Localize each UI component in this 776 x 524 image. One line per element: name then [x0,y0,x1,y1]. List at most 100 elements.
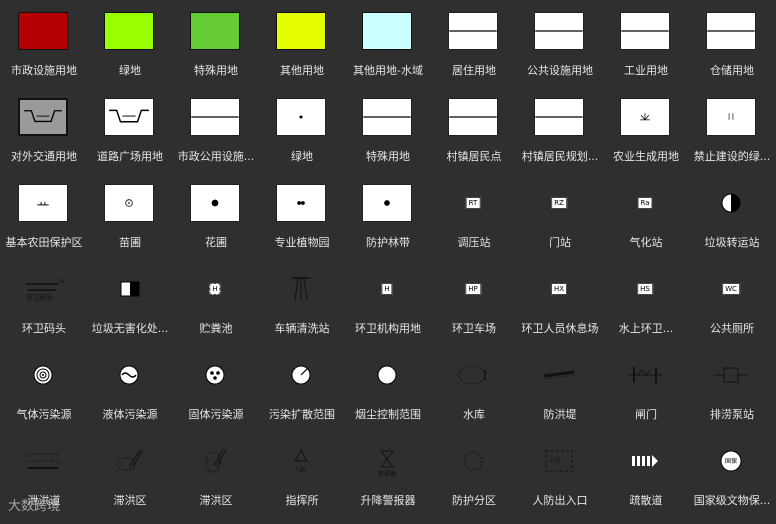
code-tag-icon: H [362,270,412,308]
legend-item-gate-station[interactable]: RZ 门站 [517,180,603,266]
code-tag-icon: RZ [534,184,584,222]
code-tag: RT [465,197,481,209]
legend-item-regulator-station[interactable]: RT 调压站 [431,180,517,266]
legend-item-nursery[interactable]: 苗圃 [87,180,173,266]
code-tag-icon: Ra [620,184,670,222]
legend-item-detention-area-2[interactable]: 滞洪区 [173,438,259,524]
crop-icon [620,98,670,136]
legend-item-industrial-land[interactable]: 工业用地 [603,8,689,94]
legend-item-national-relic[interactable]: 国保 国家级文物保... [689,438,775,524]
legend-item-label: 人防出入口 [532,494,588,507]
legend-item-siren[interactable]: 警报器 升降警报器 [345,438,431,524]
dike-icon [534,356,584,394]
legend-item-pollution-spread[interactable]: 污染扩散范围 [259,352,345,438]
legend-item-label: 门站 [549,236,571,249]
dock-code: H [60,279,65,286]
legend-item-village-settlement[interactable]: 村镇居民点 [431,94,517,180]
legend-item-flower-nursery[interactable]: 花圃 [173,180,259,266]
legend-item-public-facility-land[interactable]: 公共设施用地 [517,8,603,94]
legend-item-public-toilet[interactable]: WC 公共厕所 [689,266,775,352]
legend-item-gasification-station[interactable]: Ra 气化站 [603,180,689,266]
split-box-icon [448,12,498,50]
legend-item-liquid-pollution[interactable]: 液体污染源 [87,352,173,438]
legend-item-sanitation-yard[interactable]: HP 环卫车场 [431,266,517,352]
legend-item-manure-pit[interactable]: H 贮粪池 [173,266,259,352]
legend-item-external-traffic-land[interactable]: 对外交通用地 [1,94,87,180]
legend-item-dust-control[interactable]: 烟尘控制范围 [345,352,431,438]
legend-item-label: 国家级文物保... [693,494,771,507]
legend-item-municipal-utility[interactable]: 市政公用设施... [173,94,259,180]
legend-item-detention-area-1[interactable]: 滞洪区 [87,438,173,524]
legend-item-label: 指挥所 [285,494,319,507]
split-box-icon [190,98,240,136]
relic-badge-icon: 国保 [706,442,756,480]
code-tag: HX [550,283,568,295]
legend-item-solid-pollution[interactable]: 固体污染源 [173,352,259,438]
split-box-icon [706,12,756,50]
legend-item-label: 滞洪区 [113,494,147,507]
code-tag: HP [465,283,481,295]
color-swatch [104,12,154,50]
legend-item-village-plan[interactable]: 村镇居民规划... [517,94,603,180]
three-dot-circle-icon [190,356,240,394]
legend-item-municipal-facility-land[interactable]: 市政设施用地 [1,8,87,94]
legend-item-sanitation-agency[interactable]: H 环卫机构用地 [345,266,431,352]
legend-item-label: 特殊用地 [366,150,410,163]
legend-item-label: 固体污染源 [188,408,244,421]
legend-item-road-square-land[interactable]: 道路广场用地 [87,94,173,180]
legend-item-shelter-belt[interactable]: 防护林带 [345,180,431,266]
legend-item-botanical-garden[interactable]: 专业植物园 [259,180,345,266]
legend-item-flood-dike[interactable]: 防洪堤 [517,352,603,438]
entrance-icon-text: 人防 [549,457,561,465]
entrance-icon: 人防 [534,442,584,480]
legend-item-gas-pollution[interactable]: 气体污染源 [1,352,87,438]
legend-item-label: 专业植物园 [274,236,330,249]
svg-text:~: ~ [727,373,731,379]
legend-item-label: 绿地 [291,150,313,163]
legend-item-storage-land[interactable]: 仓储用地 [689,8,775,94]
split-box-icon [620,12,670,50]
legend-item-no-build-green[interactable]: 禁止建设的绿... [689,94,775,180]
symbol-legend-grid: 市政设施用地 绿地 特殊用地 其他用地 其他用地-水域 居住用地 公共设施用地 … [1,8,775,524]
legend-item-sluice-gate[interactable]: 闸门 [603,352,689,438]
legend-item-label: 滞洪区 [199,494,233,507]
legend-item-agricultural-land[interactable]: 农业生成用地 [603,94,689,180]
legend-item-sanitation-rest[interactable]: HX 环卫人员休息场 [517,266,603,352]
code-tag-icon: RT [448,184,498,222]
code-tag-icon: HX [534,270,584,308]
legend-item-label: 升降警报器 [360,494,416,507]
legend-item-evacuation-route[interactable]: 疏散道 [603,438,689,524]
legend-item-other-land[interactable]: 其他用地 [259,8,345,94]
color-swatch [18,12,68,50]
legend-item-protection-zone[interactable]: 防护分区 [431,438,517,524]
legend-item-water-sanitation[interactable]: HS 水上环卫... [603,266,689,352]
legend-item-green-land-2[interactable]: 绿地 [259,94,345,180]
legend-item-label: 其他用地-水域 [353,64,423,77]
legend-item-label: 排涝泵站 [710,408,754,421]
legend-item-garbage-harmless[interactable]: 垃圾无害化处... [87,266,173,352]
legend-item-sanitation-dock[interactable]: H 环卫码头 环卫码头 [1,266,87,352]
legend-item-label: 特殊用地 [194,64,238,77]
legend-item-label: 市政公用设施... [177,150,255,163]
legend-item-reservoir[interactable]: 水库 [431,352,517,438]
legend-item-drainage-pump[interactable]: ~ 排涝泵站 [689,352,775,438]
legend-item-green-land[interactable]: 绿地 [87,8,173,94]
siren-icon-text: 警报器 [378,470,396,478]
legend-item-civil-defense-entrance[interactable]: 人防 人防出入口 [517,438,603,524]
legend-item-vehicle-wash[interactable]: 车辆清洗站 [259,266,345,352]
legend-item-command-post[interactable]: 人防 指挥所 [259,438,345,524]
channel-icon [18,442,68,480]
legend-item-label: 村镇居民点 [446,150,502,163]
half-square-icon [104,270,154,308]
legend-item-label: 居住用地 [452,64,496,77]
legend-item-farmland-protection[interactable]: 基本农田保护区 [1,180,87,266]
legend-item-residential-land[interactable]: 居住用地 [431,8,517,94]
legend-item-special-land[interactable]: 特殊用地 [173,8,259,94]
dock-icon: H 环卫码头 [18,270,68,308]
legend-item-special-land-2[interactable]: 特殊用地 [345,94,431,180]
legend-item-label: 气体污染源 [16,408,72,421]
legend-item-other-land-water[interactable]: 其他用地-水域 [345,8,431,94]
legend-item-garbage-transfer[interactable]: 垃圾转运站 [689,180,775,266]
legend-item-label: 烟尘控制范围 [355,408,421,421]
reservoir-icon [448,356,498,394]
